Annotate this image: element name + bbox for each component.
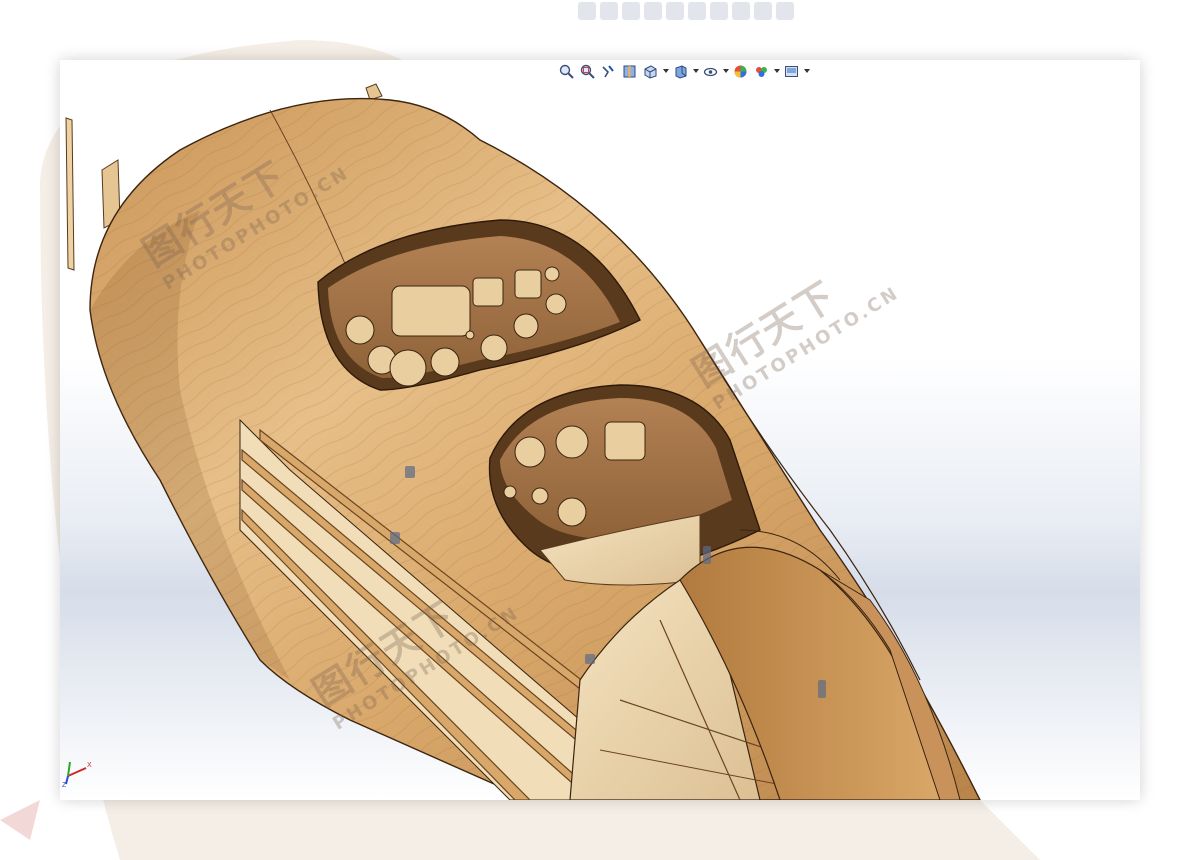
graphics-viewport[interactable]: 图行天下 PHOTOPHOTO.CN 图行天下 PHOTOPHOTO.CN 图行… bbox=[60, 60, 1140, 800]
triad-z-axis bbox=[65, 775, 69, 785]
triad-x-axis bbox=[67, 767, 87, 777]
edit-appearance-icon[interactable] bbox=[731, 62, 750, 81]
chevron-down-icon[interactable] bbox=[773, 62, 780, 81]
hide-show-items-icon[interactable] bbox=[701, 62, 720, 81]
heads-up-view-toolbar bbox=[557, 61, 810, 81]
chevron-down-icon[interactable] bbox=[722, 62, 729, 81]
display-style-icon[interactable] bbox=[671, 62, 690, 81]
chevron-down-icon[interactable] bbox=[692, 62, 699, 81]
triad-x-label: X bbox=[87, 762, 92, 769]
view-orientation-icon[interactable] bbox=[641, 62, 660, 81]
reference-triad[interactable]: X Z bbox=[62, 754, 96, 788]
view-settings-icon[interactable] bbox=[782, 62, 801, 81]
screenshot-stage: 图行天下 PHOTOPHOTO.CN 图行天下 PHOTOPHOTO.CN 图行… bbox=[0, 0, 1200, 860]
ghost-toolbar bbox=[578, 2, 794, 20]
zoom-to-area-icon[interactable] bbox=[578, 62, 597, 81]
previous-view-icon[interactable] bbox=[599, 62, 618, 81]
chevron-down-icon[interactable] bbox=[662, 62, 669, 81]
triad-y-axis bbox=[67, 761, 71, 777]
section-view-icon[interactable] bbox=[620, 62, 639, 81]
chevron-down-icon[interactable] bbox=[803, 62, 810, 81]
apply-scene-icon[interactable] bbox=[752, 62, 771, 81]
fuselage-model[interactable] bbox=[60, 60, 1140, 800]
zoom-to-fit-icon[interactable] bbox=[557, 62, 576, 81]
triad-z-label: Z bbox=[62, 782, 67, 788]
